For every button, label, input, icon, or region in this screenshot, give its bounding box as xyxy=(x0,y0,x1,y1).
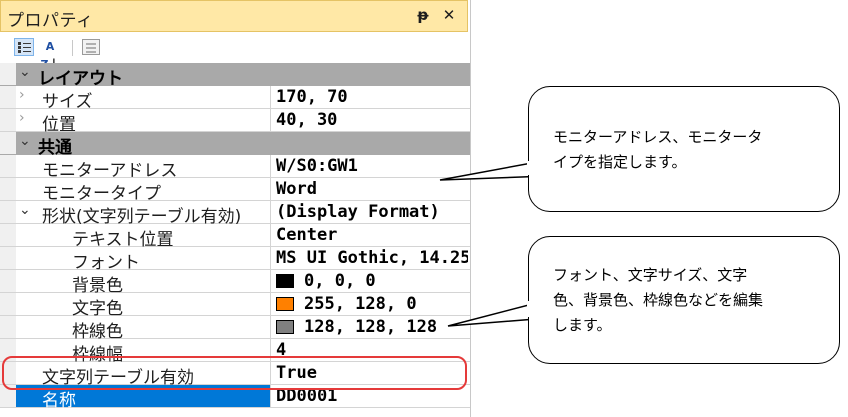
callout-format-line: します。 xyxy=(553,316,612,334)
property-value[interactable]: 255, 128, 0 xyxy=(276,294,468,314)
column-divider xyxy=(270,224,271,246)
column-divider xyxy=(270,201,271,223)
column-divider xyxy=(270,293,271,315)
title-bar: プロパティ ᵽ ✕ xyxy=(0,0,468,32)
expand-icon[interactable]: › xyxy=(19,110,25,126)
property-value[interactable]: 128, 128, 128 xyxy=(276,317,468,337)
column-divider xyxy=(270,178,271,200)
property-value[interactable]: 40, 30 xyxy=(276,110,468,130)
column-divider xyxy=(270,316,271,338)
callout-format: フォント、文字サイズ、文字 色、背景色、枠線色などを編集 します。 xyxy=(528,236,840,364)
property-row[interactable]: モニタータイプ Word xyxy=(0,178,470,204)
property-row[interactable]: 文字色 255, 128, 0 xyxy=(0,293,470,319)
callout-format-line: 色、背景色、枠線色などを編集 xyxy=(553,291,764,309)
property-value[interactable]: W/S0:GW1 xyxy=(276,156,468,176)
property-row[interactable]: フォント MS UI Gothic, 14.25p xyxy=(0,247,470,273)
property-value[interactable]: MS UI Gothic, 14.25p xyxy=(276,248,468,268)
window-title: プロパティ xyxy=(7,11,94,31)
collapse-icon[interactable]: ⌄ xyxy=(19,64,31,80)
color-swatch xyxy=(276,320,294,334)
column-divider xyxy=(270,270,271,292)
row-gutter xyxy=(0,63,16,85)
property-value[interactable]: (Display Format) xyxy=(276,202,468,222)
collapse-icon[interactable]: ⌄ xyxy=(19,133,31,149)
property-pages-icon[interactable] xyxy=(82,39,100,55)
expand-icon[interactable]: › xyxy=(19,87,25,103)
row-gutter xyxy=(0,201,16,223)
row-gutter xyxy=(0,155,16,177)
row-gutter xyxy=(0,247,16,269)
row-gutter xyxy=(0,224,16,246)
column-divider xyxy=(270,109,271,131)
property-value-text: 128, 128, 128 xyxy=(304,317,438,337)
property-value-text: (Display Format) xyxy=(276,202,440,222)
property-value[interactable]: Word xyxy=(276,179,468,199)
property-row[interactable]: 背景色 0, 0, 0 xyxy=(0,270,470,296)
property-value-text: 170, 70 xyxy=(276,87,348,107)
property-row[interactable]: › 位置 40, 30 xyxy=(0,109,470,135)
row-gutter xyxy=(0,178,16,200)
property-value-text: MS UI Gothic, 14.25p xyxy=(276,248,468,268)
property-value-text: 40, 30 xyxy=(276,110,338,130)
callout-monitor: モニターアドレス、モニタータ イプを指定します。 xyxy=(528,86,840,212)
toolbar: A Z↓ xyxy=(0,32,468,72)
property-row[interactable]: › サイズ 170, 70 xyxy=(0,86,470,112)
property-value-text: W/S0:GW1 xyxy=(276,156,358,176)
property-value-text: Word xyxy=(276,179,317,199)
color-swatch xyxy=(276,297,294,311)
row-gutter xyxy=(0,316,16,338)
property-value[interactable]: Center xyxy=(276,225,468,245)
callout-format-line: フォント、文字サイズ、文字 xyxy=(553,266,748,284)
callout-monitor-line: イプを指定します。 xyxy=(553,153,687,171)
row-gutter xyxy=(0,132,16,154)
collapse-icon[interactable]: ⌄ xyxy=(19,202,31,218)
category-row[interactable]: ⌄ 共通 xyxy=(0,132,470,158)
column-divider xyxy=(270,86,271,108)
row-gutter xyxy=(0,293,16,315)
property-row[interactable]: ⌄ 形状(文字列テーブル有効) (Display Format) xyxy=(0,201,470,227)
category-row[interactable]: ⌄ レイアウト xyxy=(0,63,470,89)
property-value[interactable]: 0, 0, 0 xyxy=(276,271,468,291)
row-gutter xyxy=(0,109,16,131)
property-value-text: 0, 0, 0 xyxy=(304,271,376,291)
callout-monitor-line: モニターアドレス、モニタータ xyxy=(553,128,763,146)
property-row[interactable]: モニターアドレス W/S0:GW1 xyxy=(0,155,470,181)
property-value[interactable]: 170, 70 xyxy=(276,87,468,107)
property-row[interactable]: 枠線色 128, 128, 128 xyxy=(0,316,470,342)
pin-icon[interactable]: ᵽ xyxy=(415,6,431,24)
property-value-text: Center xyxy=(276,225,338,245)
sort-alphabetical-icon[interactable]: A Z↓ xyxy=(40,38,60,72)
property-row[interactable]: テキスト位置 Center xyxy=(0,224,470,250)
property-value-text: 255, 128, 0 xyxy=(304,294,417,314)
toolbar-separator xyxy=(72,40,73,56)
column-divider xyxy=(270,155,271,177)
highlight-box xyxy=(2,356,467,390)
row-gutter xyxy=(0,270,16,292)
color-swatch xyxy=(276,274,294,288)
categorized-icon[interactable] xyxy=(14,38,34,56)
column-divider xyxy=(270,247,271,269)
close-icon[interactable]: ✕ xyxy=(441,6,457,24)
row-gutter xyxy=(0,86,16,108)
properties-window: プロパティ ᵽ ✕ A Z↓ ⌄レイアウト›サイズ170, 70›位置40, 3… xyxy=(0,0,471,417)
